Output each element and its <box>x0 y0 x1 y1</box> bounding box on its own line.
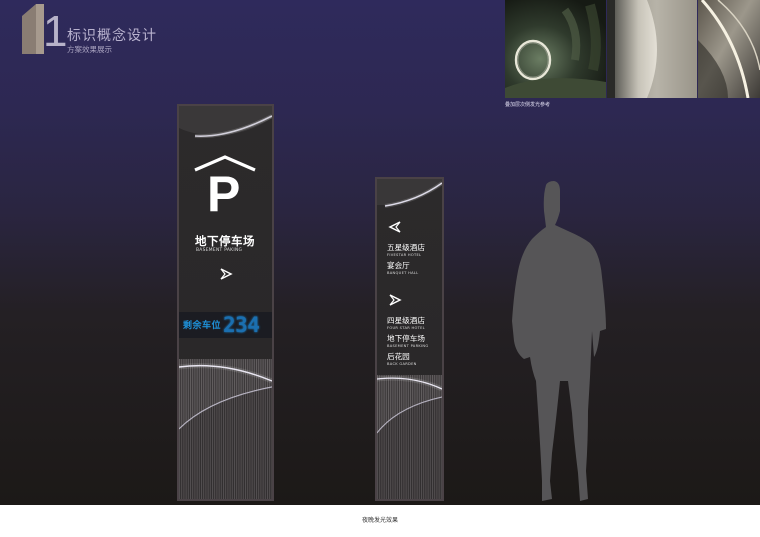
reference-photo-curved-wall <box>698 0 760 98</box>
pylon-base-slats <box>179 359 272 499</box>
destination-name-en: BANQUET HALL <box>387 271 419 275</box>
reference-photo-backlit-panel <box>607 0 697 98</box>
parking-sign-pylon: P 地下停车场 BASEMENT PAKING 剩余车位 234 <box>177 104 274 501</box>
remaining-spaces-label: 剩余车位 <box>183 321 222 331</box>
remaining-spaces-display: 剩余车位 234 <box>179 312 272 338</box>
pylon-base-slats <box>377 375 442 499</box>
pylon-top-glow <box>179 106 272 139</box>
direction-sign-pylon: 五星级酒店 FIVESTAR HOTEL 宴会厅 BANQUET HALL 四星… <box>375 177 444 501</box>
parking-title-cn: 地下停车场 <box>195 234 255 248</box>
destination-name-en: FOUR STAR HOTEL <box>387 326 425 330</box>
section-number-graphic: 1 <box>22 4 44 54</box>
pylon-top-glow <box>377 179 442 208</box>
parking-letter: P <box>207 166 241 222</box>
destination-name-en: BACK GARDEN <box>387 362 417 366</box>
destination-name: 四星级酒店 <box>387 316 425 325</box>
direction-arrow-icon <box>389 294 402 306</box>
page-subtitle: 方案效果展示 <box>67 45 112 54</box>
destination-name-en: BASEMENT PARKING <box>387 344 429 348</box>
destination-name-en: FIVESTAR HOTEL <box>387 253 422 257</box>
human-silhouette <box>512 181 606 501</box>
destination-name: 地下停车场 <box>387 334 425 343</box>
page-title: 标识概念设计 <box>67 28 157 44</box>
section-number: 1 <box>43 7 68 56</box>
night-render-scene: 1 1 标识概念设计 方案效果展示 叠加层次侧发光参考 <box>0 0 760 505</box>
direction-arrow-icon <box>220 268 233 280</box>
reference-photo-ring-light <box>505 0 606 98</box>
parking-title-en: BASEMENT PAKING <box>196 248 243 253</box>
destination-name: 后花园 <box>387 352 410 361</box>
destination-name: 五星级酒店 <box>387 243 425 252</box>
direction-arrow-icon <box>388 221 401 233</box>
footer-caption: 夜晚发光效果 <box>361 517 398 524</box>
reference-caption: 叠加层次侧发光参考 <box>505 102 551 108</box>
destination-name: 宴会厅 <box>387 261 410 270</box>
remaining-spaces-count: 234 <box>223 313 260 337</box>
